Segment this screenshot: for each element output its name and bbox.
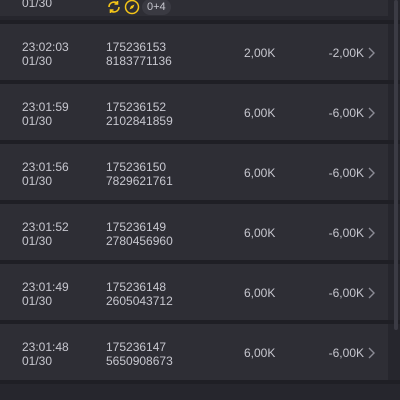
table-row[interactable]: 23:01:59 01/30 175236152 2102841859 6,00… (0, 84, 388, 140)
row-background (0, 0, 388, 16)
row-pnl: -2,00K (328, 46, 364, 60)
row-id-line2: 2102841859 (106, 114, 173, 128)
row-id-line1: 175236153 (106, 40, 167, 54)
row-time: 23:01:56 (22, 160, 69, 174)
row-id-line1: 175236152 (106, 100, 167, 114)
row-pnl: -6,00K (328, 166, 364, 180)
row-pnl: -6,00K (328, 226, 364, 240)
row-pnl: -6,00K (328, 286, 364, 300)
row-date: 01/30 (22, 354, 53, 368)
row-amount: 6,00K (244, 286, 276, 300)
row-date: 01/30 (22, 54, 53, 68)
badge-group: 0+4 (106, 0, 171, 16)
chevron-right-icon[interactable] (364, 106, 378, 120)
row-id-line1: 175236147 (106, 340, 167, 354)
row-amount: 6,00K (244, 166, 276, 180)
row-amount: 6,00K (244, 346, 276, 360)
row-time: 23:01:52 (22, 220, 69, 234)
row-date: 01/30 (22, 294, 53, 308)
row-pnl: -6,00K (328, 106, 364, 120)
row-amount: 2,00K (244, 46, 276, 60)
table-row[interactable]: 23:01:48 01/30 175236147 5650908673 6,00… (0, 324, 388, 380)
table-row[interactable]: 23:01:52 01/30 175236149 2780456960 6,00… (0, 204, 388, 260)
chevron-right-icon[interactable] (364, 226, 378, 240)
scrollbar[interactable] (394, 0, 398, 330)
row-time: 23:02:03 (22, 40, 69, 54)
row-id-line2: 2780456960 (106, 234, 173, 248)
chevron-right-icon[interactable] (364, 286, 378, 300)
table-row[interactable]: 23:02:03 01/30 175236153 8183771136 2,00… (0, 24, 388, 80)
table-row[interactable]: 23:01:56 01/30 175236150 7829621761 6,00… (0, 144, 388, 200)
refresh-icon (108, 1, 120, 13)
row-amount: 6,00K (244, 106, 276, 120)
row-id-line2: 2605043712 (106, 294, 173, 308)
chevron-right-icon[interactable] (364, 46, 378, 60)
row-time: 23:01:48 (22, 340, 69, 354)
chevron-right-icon[interactable] (364, 166, 378, 180)
table-row-partial[interactable]: 01/30 0+4 (0, 0, 388, 16)
row-id-line2: 7829621761 (106, 174, 173, 188)
row-date: 01/30 (22, 174, 53, 188)
trade-history-screen: 01/30 0+4 23:02:03 01/30 175236153 81837… (0, 0, 400, 400)
row-id-line2: 5650908673 (106, 354, 173, 368)
row-pnl: -6,00K (328, 346, 364, 360)
row-time: 23:01:49 (22, 280, 69, 294)
row-id-line1: 175236150 (106, 160, 167, 174)
row-id-line1: 175236149 (106, 220, 167, 234)
row-divider (0, 380, 400, 384)
row-id-line1: 175236148 (106, 280, 167, 294)
row-date: 01/30 (22, 114, 53, 128)
row-time: 23:01:59 (22, 100, 69, 114)
table-row[interactable]: 23:01:49 01/30 175236148 2605043712 6,00… (0, 264, 388, 320)
row-amount: 6,00K (244, 226, 276, 240)
badge-extra-count: 0+4 (142, 0, 171, 15)
row-date: 01/30 (22, 0, 53, 10)
row-id-line2: 8183771136 (106, 54, 172, 68)
row-date: 01/30 (22, 234, 53, 248)
compass-icon (124, 0, 140, 15)
chevron-right-icon[interactable] (364, 346, 378, 360)
